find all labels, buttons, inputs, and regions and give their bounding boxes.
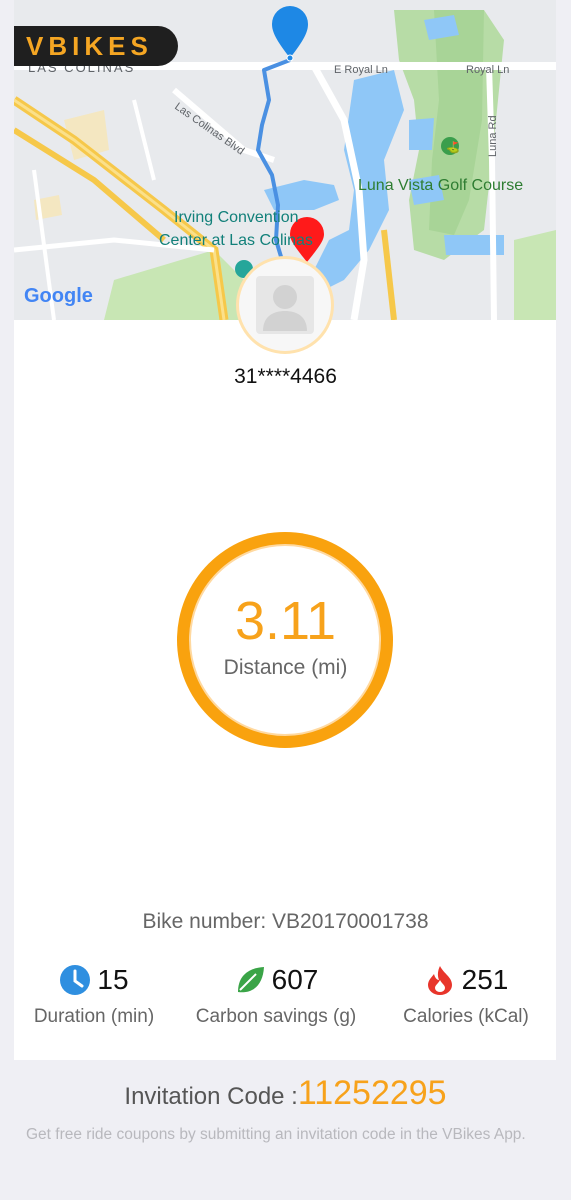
map-label: E Royal Ln	[334, 64, 388, 76]
user-silhouette-icon	[256, 276, 314, 334]
duration-label: Duration (min)	[33, 1006, 155, 1027]
map-label: Luna Vista Golf Course	[358, 177, 523, 194]
map-label: Google	[24, 285, 93, 307]
carbon-label: Carbon savings (g)	[195, 1006, 357, 1027]
map-label: Center at Las Colinas	[159, 232, 313, 249]
duration-value: 15	[97, 964, 129, 995]
bike-number: Bike number: VB20170001738	[142, 910, 429, 933]
map-label: Royal Ln	[466, 64, 509, 76]
carbon-value: 607	[271, 964, 319, 995]
distance-label: Distance (mi)	[223, 656, 348, 679]
invitation-note: Get free ride coupons by submitting an i…	[26, 1126, 526, 1143]
stat-carbon: 607 Carbon savings (g)	[181, 962, 371, 1052]
calories-value: 251	[461, 964, 509, 995]
avatar[interactable]	[236, 256, 334, 354]
distance-value: 3.11	[234, 591, 337, 651]
calories-label: Calories (kCal)	[403, 1006, 529, 1027]
leaf-icon	[237, 967, 264, 993]
map-label: Irving Convention	[174, 209, 299, 226]
stat-duration: 15 Duration (min)	[0, 962, 189, 1052]
invitation-code-label: Invitation Code :	[124, 1083, 298, 1110]
stat-calories: 251 Calories (kCal)	[371, 962, 561, 1052]
vbikes-logo: VBIKES	[14, 26, 178, 66]
clock-icon	[60, 965, 91, 995]
invitation-code-value[interactable]: 11252295	[298, 1074, 447, 1112]
flame-icon	[427, 966, 452, 995]
svg-text:⛳: ⛳	[446, 141, 460, 154]
user-phone-masked: 31****4466	[234, 365, 337, 388]
map-label: Luna Rd	[487, 115, 499, 157]
invitation-code-row: Invitation Code :11252295	[0, 1074, 571, 1113]
